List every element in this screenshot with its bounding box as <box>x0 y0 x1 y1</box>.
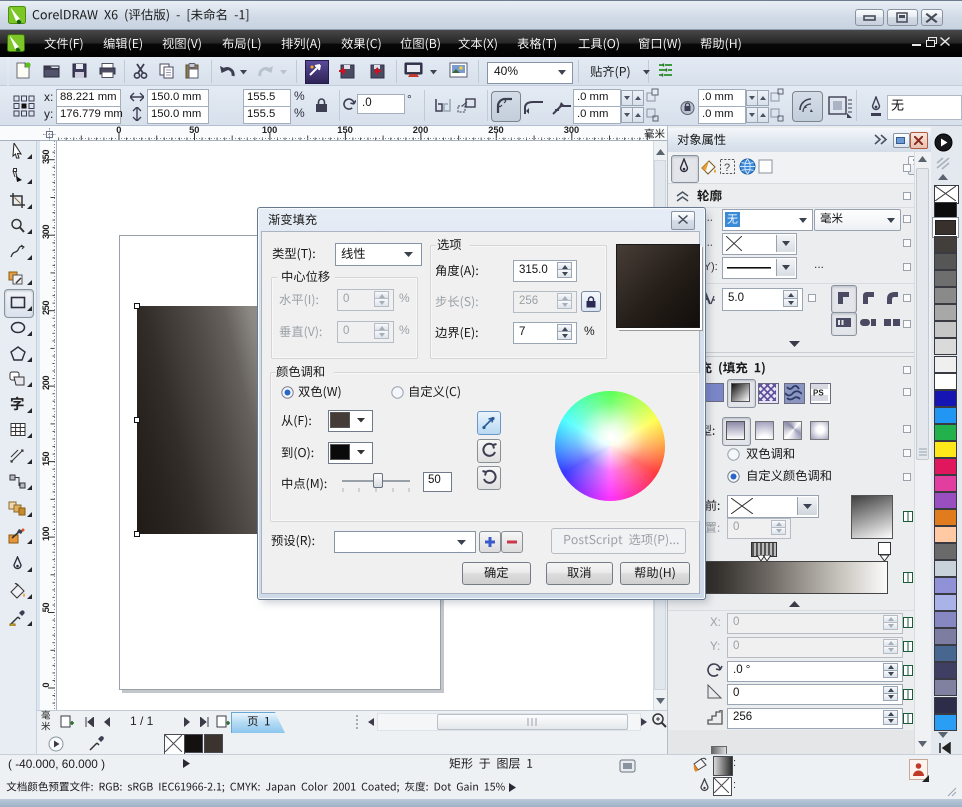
svg-text:PS: PS <box>813 389 824 398</box>
svg-text:?: ? <box>724 162 730 174</box>
